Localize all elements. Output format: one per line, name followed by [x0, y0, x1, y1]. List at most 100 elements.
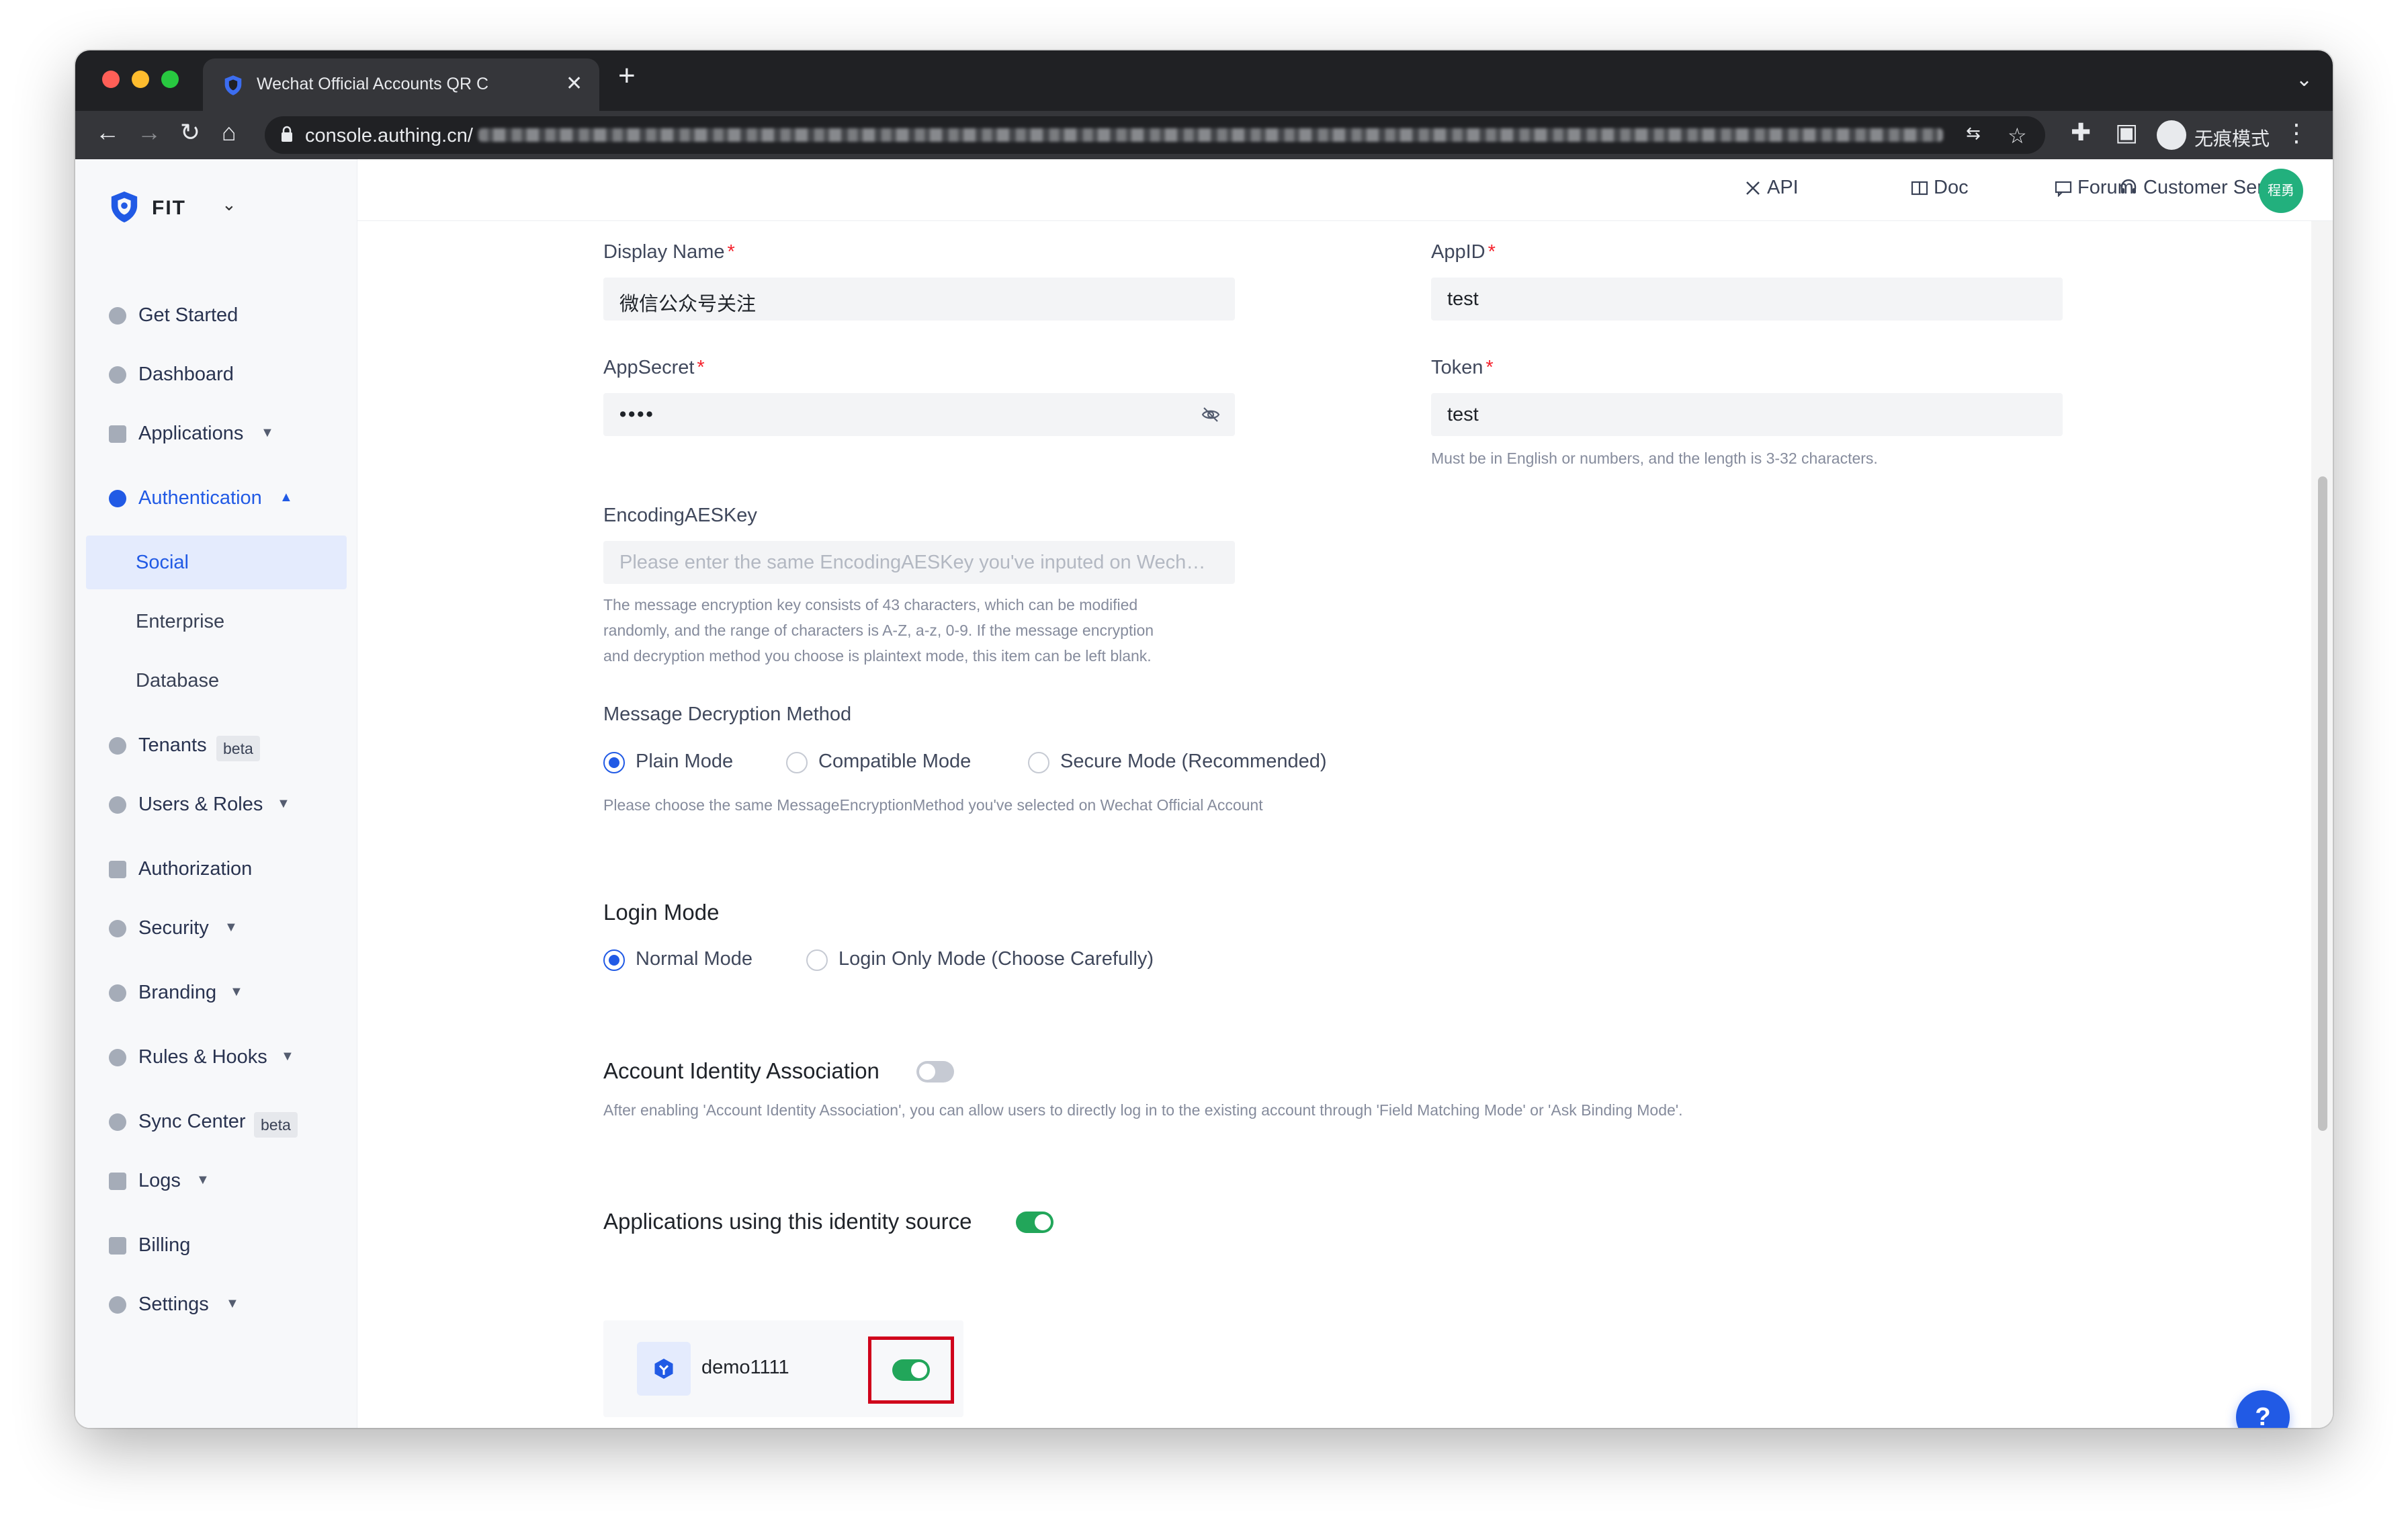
beta-badge: beta — [216, 736, 260, 761]
appsecret-label-text: AppSecret — [603, 357, 695, 378]
eye-hidden-icon[interactable] — [1201, 405, 1220, 424]
api-link[interactable]: API — [1744, 177, 1799, 199]
sidebar-item-authorization[interactable]: Authorization — [75, 842, 357, 896]
sidebar-item-authentication[interactable]: Authentication ▲ — [75, 471, 357, 525]
sidebar-item-label: Logs — [138, 1170, 181, 1191]
appsecret-input[interactable]: •••• — [603, 393, 1235, 436]
home-icon[interactable]: ⌂ — [222, 120, 236, 144]
tab-list-chevron-icon[interactable]: ⌄ — [2296, 68, 2313, 91]
account-identity-title: Account Identity Association — [603, 1058, 879, 1083]
scrollbar-thumb[interactable] — [2318, 476, 2327, 1131]
sidebar-item-label: Get Started — [138, 304, 239, 326]
radio-label: Login Only Mode (Choose Carefully) — [838, 948, 1154, 970]
bookmark-star-icon[interactable]: ☆ — [2008, 123, 2027, 148]
address-bar[interactable]: console.authing.cn/ ⇆ ☆ — [265, 116, 2045, 154]
appsecret-value: •••• — [619, 404, 655, 425]
browser-menu-icon[interactable]: ⋮ — [2284, 119, 2309, 147]
lock-icon — [109, 861, 126, 878]
minimize-window-button[interactable] — [132, 71, 149, 88]
cube-icon — [654, 1359, 673, 1379]
token-input[interactable]: test — [1431, 393, 2063, 436]
radio-button[interactable] — [786, 752, 808, 773]
sidebar-item-label: Dashboard — [138, 364, 234, 385]
sidebar-item-security[interactable]: Security ▼ — [75, 901, 357, 955]
side-panel-icon[interactable]: ▣ — [2115, 120, 2138, 144]
extensions-puzzle-icon[interactable]: ✚ — [2071, 120, 2091, 144]
sidebar-item-label: Applications — [138, 423, 244, 444]
sync-icon — [109, 1113, 126, 1131]
chevron-down-icon: ⌄ — [222, 194, 236, 214]
new-tab-icon[interactable]: + — [618, 61, 636, 91]
radio-button[interactable] — [603, 752, 625, 773]
tab-close-icon[interactable]: ✕ — [566, 72, 583, 95]
sidebar-item-label: Users & Roles — [138, 794, 263, 815]
browser-window: Wechat Official Accounts QR C ✕ + ⌄ ← → … — [75, 50, 2333, 1428]
workspace-name: FIT — [152, 197, 186, 219]
sidebar-item-rules-hooks[interactable]: Rules & Hooks ▼ — [75, 1030, 357, 1084]
share-icon — [109, 490, 126, 507]
encoding-aes-key-help: The message encryption key consists of 4… — [603, 592, 1248, 669]
caret-down-icon: ▼ — [261, 425, 274, 440]
sidebar-item-tenants[interactable]: Tenants beta — [75, 718, 357, 772]
account-identity-toggle[interactable] — [916, 1061, 954, 1083]
encoding-aes-key-input[interactable]: Please enter the same EncodingAESKey you… — [603, 541, 1235, 584]
help-line: The message encryption key consists of 4… — [603, 596, 1138, 613]
user-avatar[interactable]: 程勇 — [2259, 169, 2303, 213]
back-arrow-icon[interactable]: ← — [95, 120, 120, 144]
required-mark: * — [1488, 241, 1496, 263]
url-host: console.authing.cn/ — [305, 125, 473, 146]
doc-link[interactable]: Doc — [1911, 177, 1969, 199]
sidebar-item-get-started[interactable]: Get Started — [75, 288, 357, 342]
doc-link-label: Doc — [1934, 177, 1969, 198]
sidebar-item-applications[interactable]: Applications ▼ — [75, 407, 357, 460]
browser-tab[interactable]: Wechat Official Accounts QR C ✕ — [203, 58, 599, 111]
book-icon — [1911, 181, 1928, 196]
close-window-button[interactable] — [102, 71, 120, 88]
sidebar-subitem-enterprise[interactable]: Enterprise — [86, 595, 347, 648]
app-enable-toggle[interactable] — [892, 1359, 930, 1381]
authing-favicon-icon — [224, 75, 242, 95]
caret-down-icon: ▼ — [196, 1173, 210, 1187]
radio-label: Plain Mode — [636, 751, 734, 772]
api-icon — [1746, 181, 1760, 195]
sidebar-subitem-label: Social — [136, 552, 189, 573]
sidebar-item-branding[interactable]: Branding ▼ — [75, 966, 357, 1019]
incognito-indicator[interactable]: 无痕模式 — [2157, 118, 2270, 153]
sidebar-item-label: Authorization — [138, 858, 253, 880]
applications-toggle[interactable] — [1016, 1212, 1054, 1233]
appid-input[interactable]: test — [1431, 278, 2063, 321]
translate-icon[interactable]: ⇆ — [1966, 123, 1981, 144]
radio-button[interactable] — [806, 949, 828, 971]
radio-button[interactable] — [1028, 752, 1049, 773]
appsecret-label: AppSecret * — [603, 357, 705, 379]
sidebar-item-label: Authentication — [138, 487, 262, 509]
sidebar-item-logs[interactable]: Logs ▼ — [75, 1154, 357, 1207]
reload-icon[interactable]: ↻ — [180, 120, 200, 144]
brush-icon — [109, 984, 126, 1002]
sidebar-item-label: Security — [138, 917, 209, 939]
sidebar-subitem-database[interactable]: Database — [86, 654, 347, 708]
applications-title: Applications using this identity source — [603, 1209, 972, 1234]
maximize-window-button[interactable] — [161, 71, 179, 88]
display-name-input[interactable]: 微信公众号关注 — [603, 278, 1235, 321]
token-label: Token * — [1431, 357, 1494, 379]
radio-button[interactable] — [603, 949, 625, 971]
forum-icon — [2055, 181, 2072, 198]
pie-chart-icon — [109, 366, 126, 384]
caret-down-icon: ▼ — [230, 984, 243, 999]
sidebar-subitem-social[interactable]: Social — [86, 536, 347, 589]
sidebar-subitem-label: Enterprise — [136, 611, 225, 632]
sidebar-item-dashboard[interactable]: Dashboard — [75, 347, 357, 401]
forward-arrow-icon[interactable]: → — [137, 120, 161, 144]
display-name-label-text: Display Name — [603, 241, 725, 263]
token-label-text: Token — [1431, 357, 1484, 378]
sidebar-item-billing[interactable]: Billing — [75, 1218, 357, 1272]
token-value: test — [1447, 404, 1479, 425]
sidebar-item-users-roles[interactable]: Users & Roles ▼ — [75, 777, 357, 831]
browser-tab-bar: Wechat Official Accounts QR C ✕ + ⌄ — [75, 50, 2333, 111]
lock-icon — [282, 126, 292, 142]
required-mark: * — [697, 357, 705, 378]
sidebar-item-sync-center[interactable]: Sync Center beta — [75, 1095, 357, 1148]
caret-down-icon: ▼ — [224, 920, 238, 935]
sidebar-item-settings[interactable]: Settings ▼ — [75, 1277, 357, 1331]
